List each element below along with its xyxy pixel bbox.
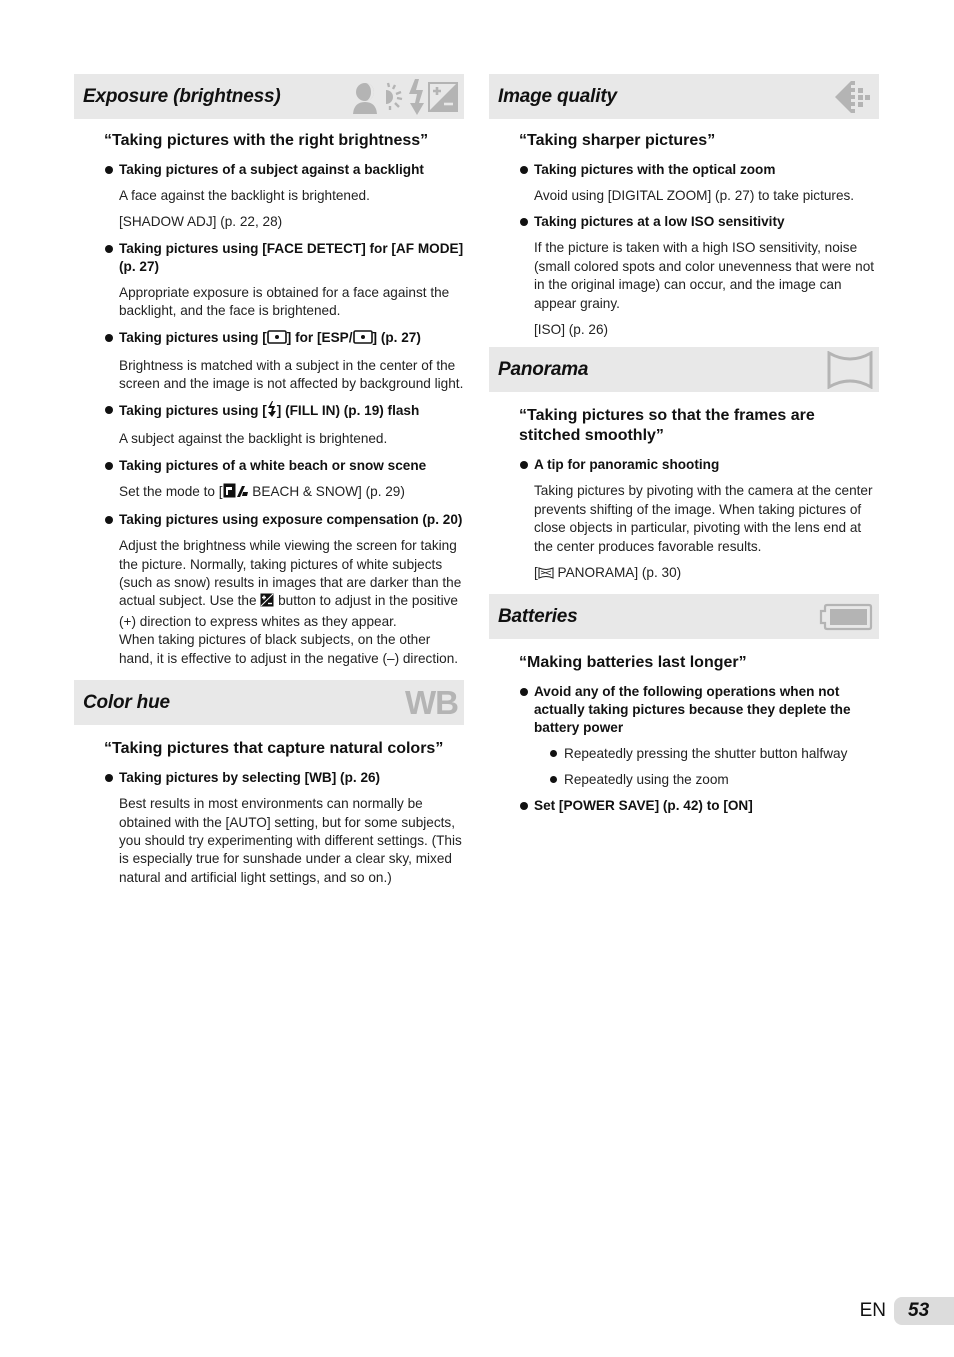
left-column: Exposure (brightness) “Taking pictures w… xyxy=(74,74,464,895)
sub-bullet: Repeatedly pressing the shutter button h… xyxy=(519,745,879,763)
section-title: Color hue xyxy=(83,691,170,713)
right-column: Image quality “Taking sharper pictures” … xyxy=(489,74,879,823)
paragraph: Brightness is matched with a subject in … xyxy=(119,357,464,392)
image-quality-subhead: “Taking sharper pictures” xyxy=(519,132,716,149)
paragraph: A subject against the backlight is brigh… xyxy=(119,431,388,447)
flash-icon xyxy=(406,78,426,115)
color-hue-section-header: Color hue WB xyxy=(74,680,464,726)
paragraph: Taking pictures by pivoting with the cam… xyxy=(534,483,873,554)
image-quality-section-header: Image quality xyxy=(489,74,879,119)
panorama-section-body: “Taking pictures so that the frames are … xyxy=(489,392,879,584)
sub-bullet: Repeatedly using the zoom xyxy=(519,771,879,789)
exposure-compensation-icon xyxy=(428,81,458,112)
image-quality-section-body: “Taking sharper pictures” Taking picture… xyxy=(489,119,879,339)
heading-text: ] for [ESP/ xyxy=(286,329,353,345)
page-reference: [SHADOW ADJ] (p. 22, 28) xyxy=(119,214,283,230)
paragraph: Avoid using [DIGITAL ZOOM] (p. 27) to ta… xyxy=(534,188,855,203)
heading-text: Taking pictures using [ xyxy=(119,329,267,345)
heading-text: ] (FILL IN) (p. 19) flash xyxy=(276,403,420,419)
exposure-subhead: “Taking pictures with the right brightne… xyxy=(104,132,429,149)
bullet-heading: A tip for panoramic shooting xyxy=(519,456,879,474)
bullet-heading: Taking pictures using [ ] (FILL IN) (p. 1… xyxy=(104,401,464,422)
page-footer: EN 53 xyxy=(860,1297,954,1325)
batteries-subhead: “Making batteries last longer” xyxy=(519,654,747,672)
paragraph: When taking pictures of black subjects, … xyxy=(119,632,459,666)
batteries-section-header: Batteries xyxy=(489,594,879,640)
beach-snow-icon xyxy=(223,483,249,503)
battery-icon xyxy=(819,602,873,632)
batteries-section-body: “Making batteries last longer” Avoid any… xyxy=(489,639,879,815)
image-quality-icon xyxy=(833,79,873,115)
flash-fill-in-icon xyxy=(267,401,277,422)
bullet-heading: Avoid any of the following operations wh… xyxy=(519,683,879,737)
exposure-compensation-button-icon xyxy=(260,593,274,612)
paragraph: If the picture is taken with a high ISO … xyxy=(534,240,875,311)
section-title: Image quality xyxy=(498,85,617,107)
bullet-heading: Taking pictures using [FACE DETECT] for … xyxy=(104,240,464,276)
paragraph: Best results in most environments can no… xyxy=(119,796,462,885)
exposure-section-header: Exposure (brightness) xyxy=(74,74,464,119)
color-hue-subhead: “Taking pictures that capture natural co… xyxy=(104,740,444,758)
paragraph: Set the mode to [ BEACH & SNOW] (p. 29) xyxy=(104,483,464,503)
sun-icon xyxy=(384,82,404,112)
heading-text: Taking pictures using [ xyxy=(119,403,267,419)
section-title: Panorama xyxy=(498,358,589,380)
page-reference: [ PANORAMA] (p. 30) xyxy=(519,564,879,584)
paragraph-text: Set the mode to [ xyxy=(119,483,223,499)
paragraph: A face against the backlight is brighten… xyxy=(119,188,370,203)
bullet-heading: Taking pictures using [ ] for [ESP/ ] (p. … xyxy=(104,329,464,349)
bullet-heading: Taking pictures using exposure compensat… xyxy=(104,511,464,529)
page-number: 53 xyxy=(894,1297,954,1325)
bullet-heading: Taking pictures of a white beach or snow… xyxy=(104,457,464,475)
bullet-heading: Taking pictures at a low ISO sensitivity xyxy=(519,213,879,231)
esp-spot-icon xyxy=(352,329,373,349)
paragraph: Appropriate exposure is obtained for a f… xyxy=(119,284,450,319)
heading-text: ] (p. 27) xyxy=(372,329,421,345)
exposure-section-body: “Taking pictures with the right brightne… xyxy=(74,119,464,668)
white-balance-icon: WB xyxy=(405,683,459,721)
bullet-heading: Taking pictures of a subject against a b… xyxy=(104,161,464,179)
panorama-icon xyxy=(827,350,873,389)
bullet-heading: Taking pictures by selecting [WB] (p. 26… xyxy=(104,769,464,787)
backlight-face-icon xyxy=(352,80,382,114)
color-hue-section-body: “Taking pictures that capture natural co… xyxy=(74,725,464,887)
section-title: Exposure (brightness) xyxy=(83,85,281,107)
reference-text: PANORAMA] (p. 30) xyxy=(553,565,682,581)
paragraph: Adjust the brightness while viewing the … xyxy=(104,537,464,631)
bullet-heading: Taking pictures with the optical zoom xyxy=(519,161,879,179)
panorama-subhead: “Taking pictures so that the frames are … xyxy=(519,407,815,445)
bullet-heading: Set [POWER SAVE] (p. 42) to [ON] xyxy=(519,797,879,815)
panorama-section-header: Panorama xyxy=(489,347,879,393)
language-label: EN xyxy=(859,1300,886,1321)
page-reference: [ISO] (p. 26) xyxy=(534,322,609,338)
section-title: Batteries xyxy=(498,605,578,627)
esp-spot-icon xyxy=(266,329,287,349)
panorama-mode-icon xyxy=(538,566,554,584)
paragraph-text: BEACH & SNOW] (p. 29) xyxy=(248,483,405,499)
